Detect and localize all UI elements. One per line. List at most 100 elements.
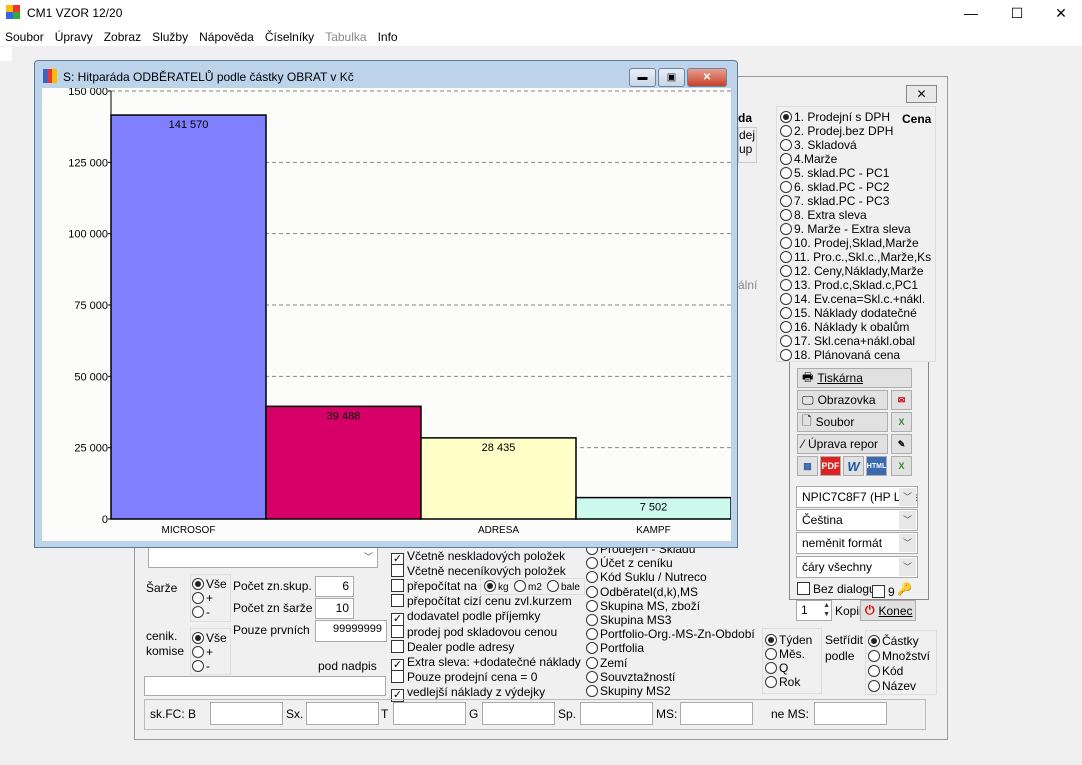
radio-dot[interactable] [780,111,792,123]
code-input[interactable] [680,702,753,725]
checkbox-box[interactable] [391,564,404,578]
option-checkbox[interactable]: Pouze prodejní cena = 0 [391,669,537,684]
language-select[interactable]: Čeština ﹀ [796,509,918,531]
unit-radio-kg[interactable]: kg [484,580,509,593]
radio-dot[interactable] [765,634,777,646]
nine-checkbox[interactable]: 9 [872,585,895,599]
radio-dot[interactable] [780,349,792,361]
radio-dot[interactable] [586,557,598,570]
sort-option[interactable]: Částky [868,634,919,648]
key-settings-icon[interactable]: 🔑 [897,582,912,596]
radio-dot[interactable] [780,223,792,235]
unit-radio-bale[interactable]: bale [547,580,585,593]
end-button[interactable]: ⏻ Konec [860,600,916,621]
sarze-radio-all[interactable]: Vše [192,577,227,591]
cena-option[interactable]: 10. Prodej,Sklad,Marže [780,236,919,250]
radio-dot[interactable] [868,665,880,677]
email-icon[interactable]: ✉ [891,390,912,410]
cena-option[interactable]: 16. Náklady k obalům [780,320,909,334]
radio-dot[interactable] [586,571,598,584]
checkbox-box[interactable] [391,639,404,653]
radio-dot[interactable] [192,592,204,604]
copies-stepper[interactable]: 1 ▲ ▼ [796,600,832,621]
checkbox-box[interactable] [391,594,404,608]
option-checkbox[interactable]: Včetně neceníkových položek [391,564,566,578]
cena-option[interactable]: 8. Extra sleva [780,208,867,222]
radio-dot[interactable] [780,321,792,333]
radio-dot[interactable] [514,580,526,592]
printer-select[interactable]: NPIC7C8F7 (HP LaserJet)﹀ [796,486,918,508]
radio-dot[interactable] [780,307,792,319]
cena-option[interactable]: 13. Prod.c,Sklad.c,PC1 [780,278,918,292]
excel-icon[interactable]: X [891,412,912,432]
format-select[interactable]: neměnit formát ﹀ [796,532,918,554]
radio-dot[interactable] [192,632,204,644]
period-option[interactable]: Měs. [765,647,805,661]
radio-dot[interactable] [868,635,880,647]
checkbox-box[interactable] [872,585,885,598]
menu-napoveda[interactable]: Nápověda [194,26,260,46]
menu-zobraz[interactable]: Zobraz [99,26,147,46]
maximize-button[interactable]: ☐ [994,0,1040,26]
sort-option[interactable]: Kód [868,664,903,678]
grouping-option[interactable]: Kód Suklu / Nutreco [586,570,707,584]
cenik-radio-plus[interactable]: + [192,645,213,659]
radio-dot[interactable] [192,660,204,672]
cena-option[interactable]: 6. sklad.PC - PC2 [780,180,889,194]
sarze-radio-plus[interactable]: + [192,591,213,605]
checkbox-box[interactable] [391,624,404,638]
edit-report-button[interactable]: ⁄ Úprava repor [797,434,888,454]
no-dialog-checkbox[interactable]: Bez dialogu [797,582,876,596]
cena-option[interactable]: 3. Skladová [780,138,857,152]
close-button[interactable]: ✕ [1038,0,1082,26]
option-checkbox[interactable]: přepočítat cizí cenu zvl.kurzem [391,594,572,608]
radio-dot[interactable] [780,195,792,207]
radio-dot[interactable] [780,209,792,221]
grouping-option[interactable]: Souvztažností [586,670,675,684]
excel-export-icon[interactable]: X [891,456,912,476]
radio-dot[interactable] [586,628,598,641]
radio-dot[interactable] [586,685,598,697]
radio-dot[interactable] [780,335,792,347]
radio-dot[interactable] [780,167,792,179]
period-option[interactable]: Q [765,661,788,675]
grouping-option[interactable]: Zemí [586,656,627,670]
radio-dot[interactable] [586,670,598,683]
grouping-option[interactable]: Portfolia [586,641,644,655]
radio-dot[interactable] [780,181,792,193]
menu-info[interactable]: Info [373,26,404,46]
grouping-option[interactable]: Portfolio-Org.-MS-Zn-Období [586,627,755,641]
table-icon[interactable]: ▦ [797,456,818,476]
dialog-close-button[interactable]: ✕ [906,85,937,103]
cena-option[interactable]: 5. sklad.PC - PC1 [780,166,889,180]
radio-dot[interactable] [780,139,792,151]
html-icon[interactable]: HTML [866,456,887,476]
radio-dot[interactable] [868,650,880,662]
sort-option[interactable]: Množství [868,649,930,663]
radio-dot[interactable] [780,279,792,291]
radio-dot[interactable] [765,662,777,674]
option-checkbox[interactable]: Dealer podle adresy [391,639,514,654]
code-input[interactable] [814,702,887,725]
period-option[interactable]: Rok [765,675,800,689]
cena-option[interactable]: 1. Prodejní s DPH [780,110,890,124]
cena-option[interactable]: 4.Marže [780,152,837,166]
checkbox-box[interactable] [391,579,404,593]
cena-option[interactable]: 18. Plánovaná cena [780,348,900,362]
sarze-radio-minus[interactable]: - [192,605,210,619]
radio-dot[interactable] [484,580,496,592]
radio-dot[interactable] [780,293,792,305]
grouping-option[interactable]: Odběratel(d,k),MS [586,585,698,599]
cena-option[interactable]: 12. Ceny,Náklady,Marže [780,264,924,278]
cena-option[interactable]: 14. Ev.cena=Skl.c.+nákl. [780,292,925,306]
spinner-arrows-icon[interactable]: ▲ ▼ [823,601,830,619]
minimize-button[interactable]: — [948,0,994,26]
radio-dot[interactable] [780,153,792,165]
grouping-option[interactable]: Skupiny MS2 [586,684,671,698]
radio-dot[interactable] [586,599,598,612]
radio-dot[interactable] [765,676,777,688]
cenik-radio-all[interactable]: Vše [192,631,227,645]
code-input[interactable] [306,702,379,725]
menu-tabulka[interactable]: Tabulka [320,26,372,46]
grouping-option[interactable]: Účet z ceníku [586,556,673,570]
